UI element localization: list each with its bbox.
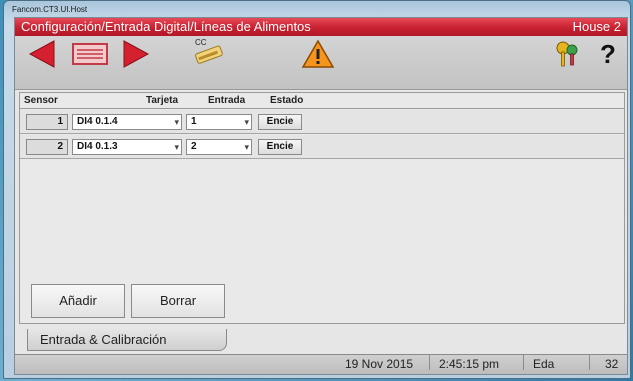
help-button[interactable]: ? [585, 39, 631, 69]
arrow-left-icon [28, 40, 55, 68]
status-divider [429, 355, 430, 370]
add-button[interactable]: Añadir [31, 284, 125, 318]
house-label: House 2 [572, 19, 621, 34]
cc-button[interactable]: CC [185, 38, 231, 68]
col-entrada: Entrada [208, 95, 246, 106]
tarjeta-select[interactable]: DI4 0.1.4 ▾ [72, 114, 182, 130]
status-divider [589, 355, 590, 370]
list-button[interactable] [67, 39, 113, 69]
tarjeta-value: DI4 0.1.4 [77, 116, 118, 127]
status-label: Eda [533, 357, 555, 371]
estado-button[interactable]: Encie [258, 114, 302, 130]
status-time: 2:45:15 pm [439, 357, 500, 371]
tarjeta-select[interactable]: DI4 0.1.3 ▾ [72, 139, 182, 155]
table-row: 1 DI4 0.1.4 ▾ 1 ▾ Encie [20, 110, 624, 134]
help-icon: ? [600, 38, 616, 69]
entrada-value: 1 [191, 116, 197, 127]
window-title: Fancom.CT3.UI.Host [12, 5, 88, 14]
chevron-down-icon: ▾ [174, 117, 179, 127]
tarjeta-value: DI4 0.1.3 [77, 141, 118, 152]
warning-icon [301, 39, 335, 68]
tab-entrada-calibracion[interactable]: Entrada & Calibración [27, 329, 227, 351]
warning-button[interactable] [295, 39, 341, 69]
estado-button[interactable]: Encie [258, 139, 302, 155]
sensor-number: 2 [26, 139, 68, 155]
status-divider [523, 355, 524, 370]
next-button[interactable] [113, 39, 159, 69]
header-bar: Configuración/Entrada Digital/Líneas de … [15, 18, 627, 36]
chevron-down-icon: ▾ [244, 142, 249, 152]
delete-button[interactable]: Borrar [131, 284, 225, 318]
app-panel: Configuración/Entrada Digital/Líneas de … [14, 17, 628, 375]
chevron-down-icon: ▾ [174, 142, 179, 152]
entrada-select[interactable]: 2 ▾ [186, 139, 252, 155]
table-row: 2 DI4 0.1.3 ▾ 2 ▾ Encie [20, 135, 624, 159]
toolbar: CC ? [15, 36, 627, 90]
cc-label: CC [195, 38, 207, 47]
col-tarjeta: Tarjeta [146, 95, 179, 106]
status-date: 19 Nov 2015 [345, 357, 414, 371]
arrow-right-icon [123, 40, 150, 68]
cc-tool-icon [195, 45, 223, 64]
status-value: 32 [605, 357, 619, 371]
entrada-value: 2 [191, 141, 197, 152]
sensor-number: 1 [26, 114, 68, 130]
keys-icon [556, 41, 578, 67]
col-sensor: Sensor [24, 95, 58, 106]
prev-button[interactable] [19, 39, 65, 69]
col-estado: Estado [270, 95, 304, 106]
list-icon [72, 43, 108, 65]
status-bar: 19 Nov 2015 2:45:15 pm Eda 32 [15, 354, 627, 374]
app-window: Fancom.CT3.UI.Host Configuración/Entrada… [3, 0, 631, 379]
table-header: Sensor Tarjeta Entrada Estado [20, 93, 624, 109]
chevron-down-icon: ▾ [244, 117, 249, 127]
entrada-select[interactable]: 1 ▾ [186, 114, 252, 130]
page-title: Configuración/Entrada Digital/Líneas de … [21, 19, 311, 34]
